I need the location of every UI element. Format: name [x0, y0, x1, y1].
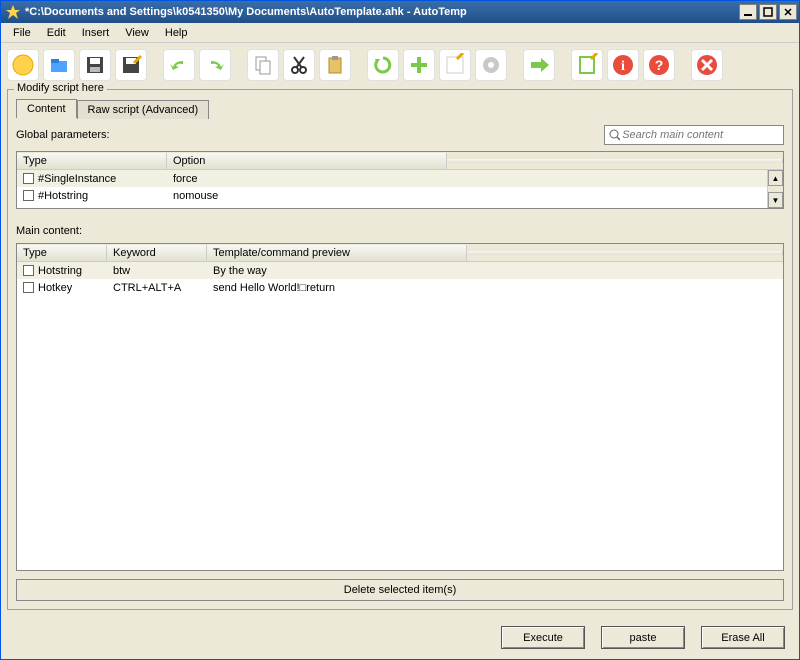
checkbox[interactable] [23, 190, 34, 201]
info-icon[interactable]: i [607, 49, 639, 81]
redo-icon[interactable] [199, 49, 231, 81]
edit-icon[interactable] [439, 49, 471, 81]
mc-col-type[interactable]: Type [17, 245, 107, 261]
modify-script-group: Modify script here Content Raw script (A… [7, 89, 793, 610]
menu-edit[interactable]: Edit [39, 25, 74, 41]
global-parameters-table: Type Option #SingleInstance force #Hotst… [16, 151, 784, 209]
erase-all-button[interactable]: Erase All [701, 626, 785, 649]
menu-insert[interactable]: Insert [74, 25, 118, 41]
checkbox[interactable] [23, 282, 34, 293]
settings-icon[interactable] [475, 49, 507, 81]
window-title: *C:\Documents and Settings\k0541350\My D… [25, 6, 739, 18]
tab-content[interactable]: Content [16, 99, 77, 118]
tab-raw-script[interactable]: Raw script (Advanced) [77, 100, 210, 119]
refresh-icon[interactable] [367, 49, 399, 81]
global-parameters-label: Global parameters: [16, 129, 110, 141]
svg-text:?: ? [655, 57, 664, 73]
minimize-button[interactable] [739, 4, 757, 20]
save-edit-icon[interactable] [115, 49, 147, 81]
search-icon [609, 129, 620, 141]
checkbox[interactable] [23, 173, 34, 184]
main-content-table: Type Keyword Template/command preview Ho… [16, 243, 784, 571]
scroll-down-icon[interactable]: ▼ [768, 192, 783, 208]
scrollbar[interactable]: ▲ ▼ [767, 170, 783, 208]
toolbar: i ? [1, 43, 799, 87]
menu-file[interactable]: File [5, 25, 39, 41]
checkbox[interactable] [23, 265, 34, 276]
menu-bar: File Edit Insert View Help [1, 23, 799, 43]
search-box[interactable] [604, 125, 784, 145]
undo-icon[interactable] [163, 49, 195, 81]
table-row[interactable]: #Hotstring nomouse [17, 187, 783, 204]
gp-col-option[interactable]: Option [167, 153, 447, 169]
cut-icon[interactable] [283, 49, 315, 81]
execute-button[interactable]: Execute [501, 626, 585, 649]
maximize-button[interactable] [759, 4, 777, 20]
title-bar: *C:\Documents and Settings\k0541350\My D… [1, 1, 799, 23]
open-icon[interactable] [43, 49, 75, 81]
svg-text:i: i [621, 59, 625, 74]
delete-selected-button[interactable]: Delete selected item(s) [16, 579, 784, 601]
delete-icon[interactable] [691, 49, 723, 81]
paste-button[interactable]: paste [601, 626, 685, 649]
gp-col-type[interactable]: Type [17, 153, 167, 169]
copy-icon[interactable] [247, 49, 279, 81]
menu-help[interactable]: Help [157, 25, 196, 41]
fieldset-legend: Modify script here [14, 82, 107, 94]
main-content-label: Main content: [16, 225, 784, 237]
note-icon[interactable] [571, 49, 603, 81]
save-icon[interactable] [79, 49, 111, 81]
mc-col-keyword[interactable]: Keyword [107, 245, 207, 261]
run-icon[interactable] [523, 49, 555, 81]
new-icon[interactable] [7, 49, 39, 81]
add-icon[interactable] [403, 49, 435, 81]
mc-col-preview[interactable]: Template/command preview [207, 245, 467, 261]
menu-view[interactable]: View [117, 25, 157, 41]
search-input[interactable] [620, 128, 779, 142]
app-icon [5, 4, 21, 20]
table-row[interactable]: #SingleInstance force [17, 170, 783, 187]
table-row[interactable]: Hotkey CTRL+ALT+A send Hello World!□retu… [17, 279, 783, 296]
paste-icon[interactable] [319, 49, 351, 81]
help-icon[interactable]: ? [643, 49, 675, 81]
table-row[interactable]: Hotstring btw By the way [17, 262, 783, 279]
scroll-up-icon[interactable]: ▲ [768, 170, 783, 186]
close-button[interactable] [779, 4, 797, 20]
